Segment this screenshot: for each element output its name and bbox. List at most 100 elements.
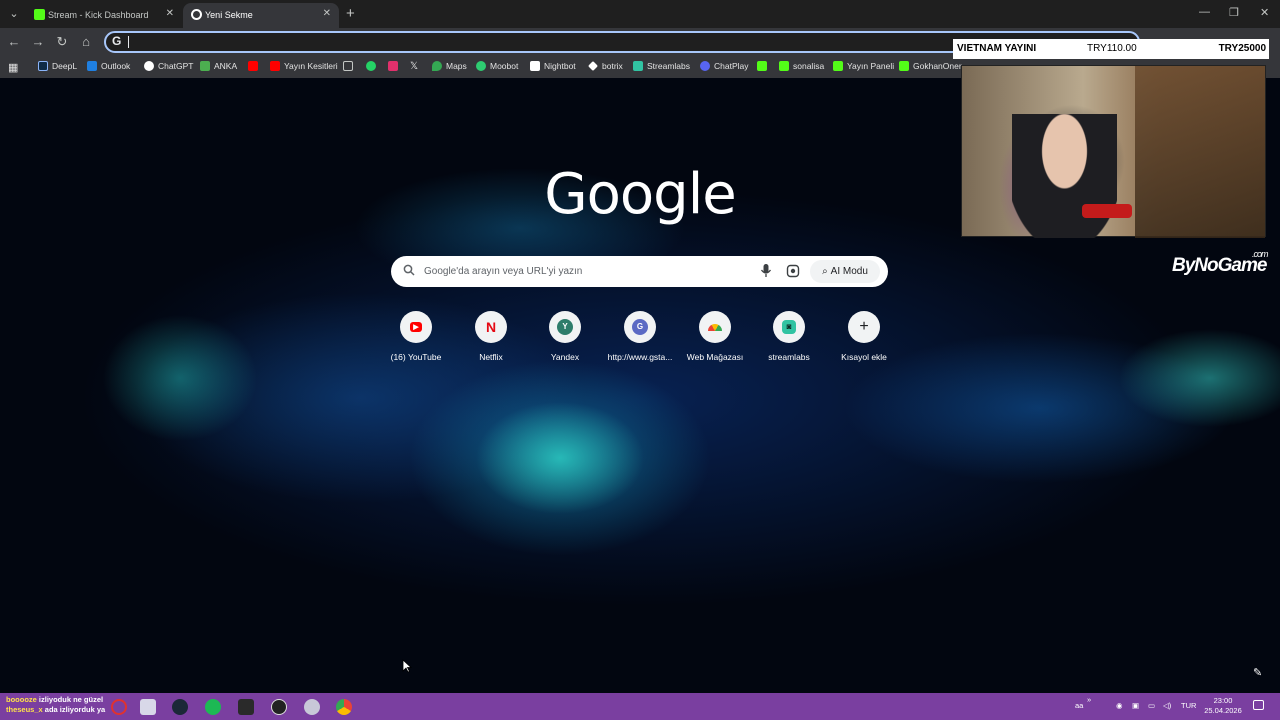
tab-new-tab[interactable]: Yeni Sekme ✕ xyxy=(183,3,339,28)
nightbot-icon xyxy=(530,61,540,71)
bookmark-streamlabs[interactable]: Streamlabs xyxy=(633,61,690,71)
bookmark-nightbot[interactable]: Nightbot xyxy=(530,61,576,71)
files-icon[interactable] xyxy=(140,699,156,715)
chatgpt-icon xyxy=(144,61,154,71)
close-icon[interactable]: ✕ xyxy=(166,8,174,19)
minimize-icon[interactable]: — xyxy=(1199,6,1210,18)
reload-icon[interactable]: ↻ xyxy=(54,34,70,50)
bookmark-gokhanoner[interactable]: GokhanOner xyxy=(899,61,962,71)
webcam-feed xyxy=(961,65,1266,238)
shortcut-streamlabs[interactable]: ◙ streamlabs xyxy=(749,311,829,362)
chat-overlay: booooze izliyoduk ne güzel theseus_x ada… xyxy=(6,695,106,714)
bookmark-outlook[interactable]: Outlook xyxy=(87,61,130,71)
bookmark-botrix[interactable]: botrix xyxy=(588,61,623,71)
sponsor-logo: ByNoGame .com xyxy=(1172,249,1268,276)
google-lens-icon[interactable] xyxy=(786,264,800,278)
language-indicator[interactable]: TUR xyxy=(1181,701,1196,710)
donation-goal: TRY25000 xyxy=(1218,43,1266,54)
spotify-icon[interactable] xyxy=(205,699,221,715)
bookmark-chatgpt[interactable]: ChatGPT xyxy=(144,61,193,71)
kick-icon xyxy=(34,9,45,20)
notification-icon[interactable] xyxy=(1253,700,1264,710)
tab-kick-dashboard[interactable]: Stream - Kick Dashboard ✕ xyxy=(26,3,182,28)
mouse-cursor-icon xyxy=(402,659,412,673)
network-icon[interactable]: ▭ xyxy=(1148,701,1155,710)
microphone xyxy=(1082,204,1132,218)
back-icon[interactable]: ← xyxy=(6,34,22,49)
youtube-icon xyxy=(270,61,280,71)
shortcut-gstatic[interactable]: G http://www.gsta... xyxy=(600,311,680,362)
tray-chevron-icon[interactable]: » xyxy=(1087,695,1091,704)
add-shortcut-button[interactable]: + Kısayol ekle xyxy=(824,311,904,362)
tab-search-chevron-icon[interactable]: ⌄ xyxy=(6,6,22,22)
search-placeholder: Google'da arayın veya URL'yi yazın xyxy=(424,266,583,277)
youtube-icon: ▶ xyxy=(400,311,432,343)
chrome-icon xyxy=(191,9,202,20)
customize-pencil-icon[interactable]: ✎ xyxy=(1253,666,1262,679)
forward-icon[interactable]: → xyxy=(30,34,46,49)
anka-icon xyxy=(200,61,210,71)
maps-icon xyxy=(432,61,442,71)
bookmark-deepl[interactable]: DeepL xyxy=(38,61,77,71)
bookmark-youtube[interactable] xyxy=(248,61,258,71)
home-icon[interactable]: ⌂ xyxy=(78,34,94,49)
obs-icon[interactable] xyxy=(271,699,287,715)
bookmark-moobot[interactable]: Moobot xyxy=(476,61,518,71)
youtube-icon xyxy=(248,61,258,71)
google-icon: G xyxy=(112,34,122,48)
discord-tray-icon[interactable]: ◉ xyxy=(1116,701,1123,710)
donation-current: TRY110.00 xyxy=(1087,43,1137,54)
streamer xyxy=(1012,114,1117,238)
bookmark-anka[interactable]: ANKA xyxy=(200,61,237,71)
epic-games-icon[interactable] xyxy=(238,699,254,715)
close-icon[interactable]: ✕ xyxy=(323,8,331,19)
bookmark-whatsapp[interactable] xyxy=(366,61,376,71)
display-tray-icon[interactable]: ▣ xyxy=(1132,701,1139,710)
search-input[interactable]: Google'da arayın veya URL'yi yazın ⌕ AI … xyxy=(391,256,888,287)
bookmark-kick[interactable] xyxy=(757,61,767,71)
outlook-icon xyxy=(87,61,97,71)
kick-icon xyxy=(757,61,767,71)
system-clock[interactable]: 23:00 25.04.2026 xyxy=(1200,696,1246,716)
folder-icon xyxy=(343,61,353,71)
shortcut-web-store[interactable]: Web Mağazası xyxy=(675,311,755,362)
tab-title: Stream - Kick Dashboard xyxy=(48,10,149,20)
apps-grid-icon[interactable]: ▦ xyxy=(8,61,18,74)
steam-icon[interactable] xyxy=(172,699,188,715)
bookmark-instagram[interactable] xyxy=(388,61,398,71)
web-store-icon xyxy=(699,311,731,343)
ai-search-icon: ⌕ xyxy=(822,266,828,277)
bookmark-chatplay[interactable]: ChatPlay xyxy=(700,61,749,71)
opera-icon[interactable] xyxy=(111,699,127,715)
bookmark-x[interactable]: 𝕏 xyxy=(410,61,418,72)
streamlabs-icon: ◙ xyxy=(773,311,805,343)
bookshelf xyxy=(1135,66,1265,238)
donation-title: VIETNAM YAYINI xyxy=(957,43,1037,54)
volume-icon[interactable]: ◁) xyxy=(1163,701,1171,710)
ime-indicator[interactable]: aa xyxy=(1075,701,1083,710)
tab-title: Yeni Sekme xyxy=(205,10,253,20)
moobot-icon xyxy=(476,61,486,71)
new-tab-button[interactable]: + xyxy=(346,5,355,22)
bookmark-sonalisa[interactable]: sonalisa xyxy=(779,61,824,71)
x-icon: 𝕏 xyxy=(410,61,419,72)
restore-icon[interactable]: ❐ xyxy=(1229,6,1239,19)
bookmark-maps[interactable]: Maps xyxy=(432,61,467,71)
app-icon[interactable] xyxy=(304,699,320,715)
search-icon xyxy=(403,264,415,276)
bookmark-folder[interactable] xyxy=(343,61,353,71)
microphone-icon[interactable] xyxy=(760,263,772,279)
yandex-icon: Y xyxy=(549,311,581,343)
shortcut-netflix[interactable]: N Netflix xyxy=(451,311,531,362)
shortcut-yandex[interactable]: Y Yandex xyxy=(525,311,605,362)
close-window-icon[interactable]: ✕ xyxy=(1260,6,1269,19)
ai-mode-button[interactable]: ⌕ AI Modu xyxy=(810,260,880,283)
shortcut-youtube[interactable]: ▶ (16) YouTube xyxy=(376,311,456,362)
donation-goal-bar: VIETNAM YAYINI TRY110.00 TRY25000 xyxy=(953,39,1269,59)
bookmark-yayin-paneli[interactable]: Yayın Paneli xyxy=(833,61,894,71)
bookmark-yayin-kesitleri[interactable]: Yayın Kesitleri xyxy=(270,61,338,71)
generic-site-icon: G xyxy=(624,311,656,343)
chrome-icon[interactable] xyxy=(336,699,352,715)
instagram-icon xyxy=(388,61,398,71)
kick-icon xyxy=(899,61,909,71)
